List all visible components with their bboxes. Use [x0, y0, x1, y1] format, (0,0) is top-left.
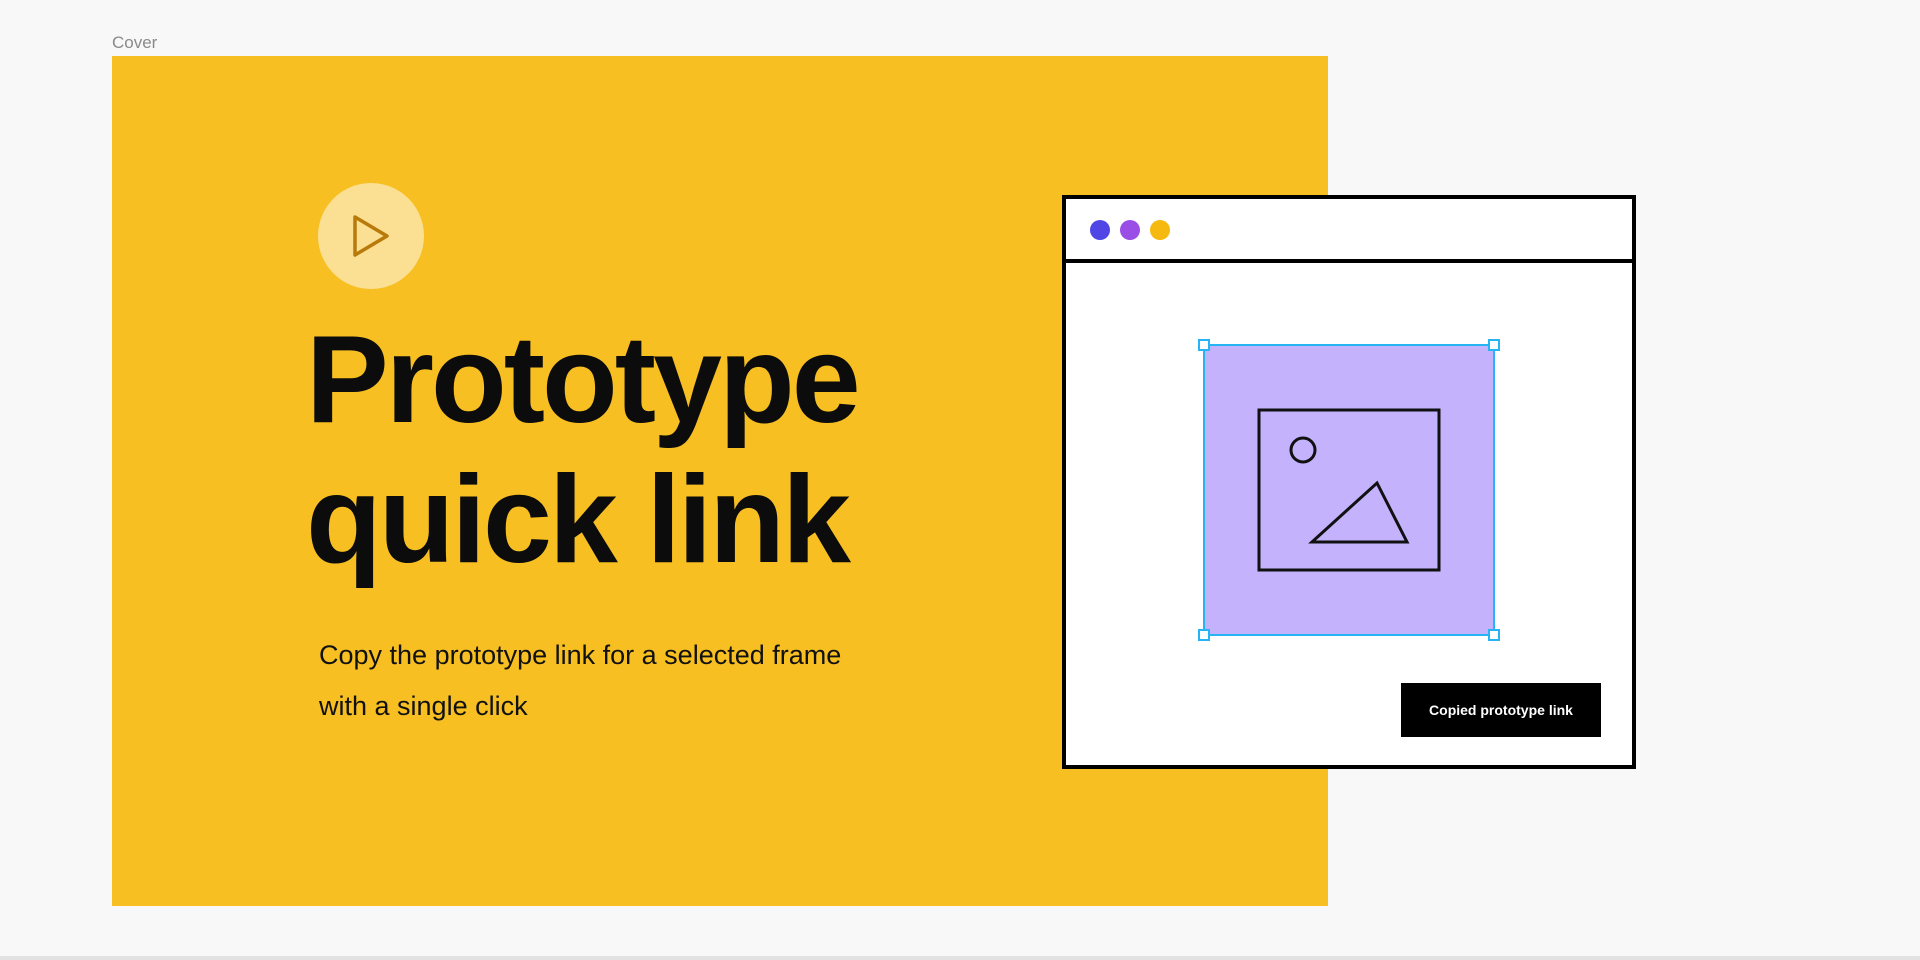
window-dot-blue [1090, 220, 1110, 240]
frame-name-label[interactable]: Cover [112, 33, 157, 53]
copied-link-toast: Copied prototype link [1401, 683, 1601, 737]
selected-frame[interactable] [1198, 339, 1500, 641]
headline-line-2: quick link [306, 451, 851, 589]
subtitle-line-1: Copy the prototype link for a selected f… [319, 640, 842, 670]
mock-browser-window: Copied prototype link [1062, 195, 1636, 769]
resize-handle-bottom-right[interactable] [1488, 629, 1500, 641]
resize-handle-top-left[interactable] [1198, 339, 1210, 351]
canvas-bottom-divider [0, 956, 1920, 960]
cover-headline: Prototype quick link [306, 310, 1006, 590]
image-icon [1257, 408, 1441, 572]
cover-subtitle: Copy the prototype link for a selected f… [319, 630, 939, 732]
window-dot-yellow [1150, 220, 1170, 240]
headline-line-1: Prototype [306, 311, 861, 449]
play-icon [353, 215, 389, 257]
window-titlebar [1066, 199, 1632, 263]
subtitle-line-2: with a single click [319, 691, 528, 721]
resize-handle-bottom-left[interactable] [1198, 629, 1210, 641]
design-canvas[interactable]: Cover Prototype quick link Copy the prot… [0, 0, 1920, 960]
play-badge [318, 183, 424, 289]
resize-handle-top-right[interactable] [1488, 339, 1500, 351]
window-dot-purple [1120, 220, 1140, 240]
